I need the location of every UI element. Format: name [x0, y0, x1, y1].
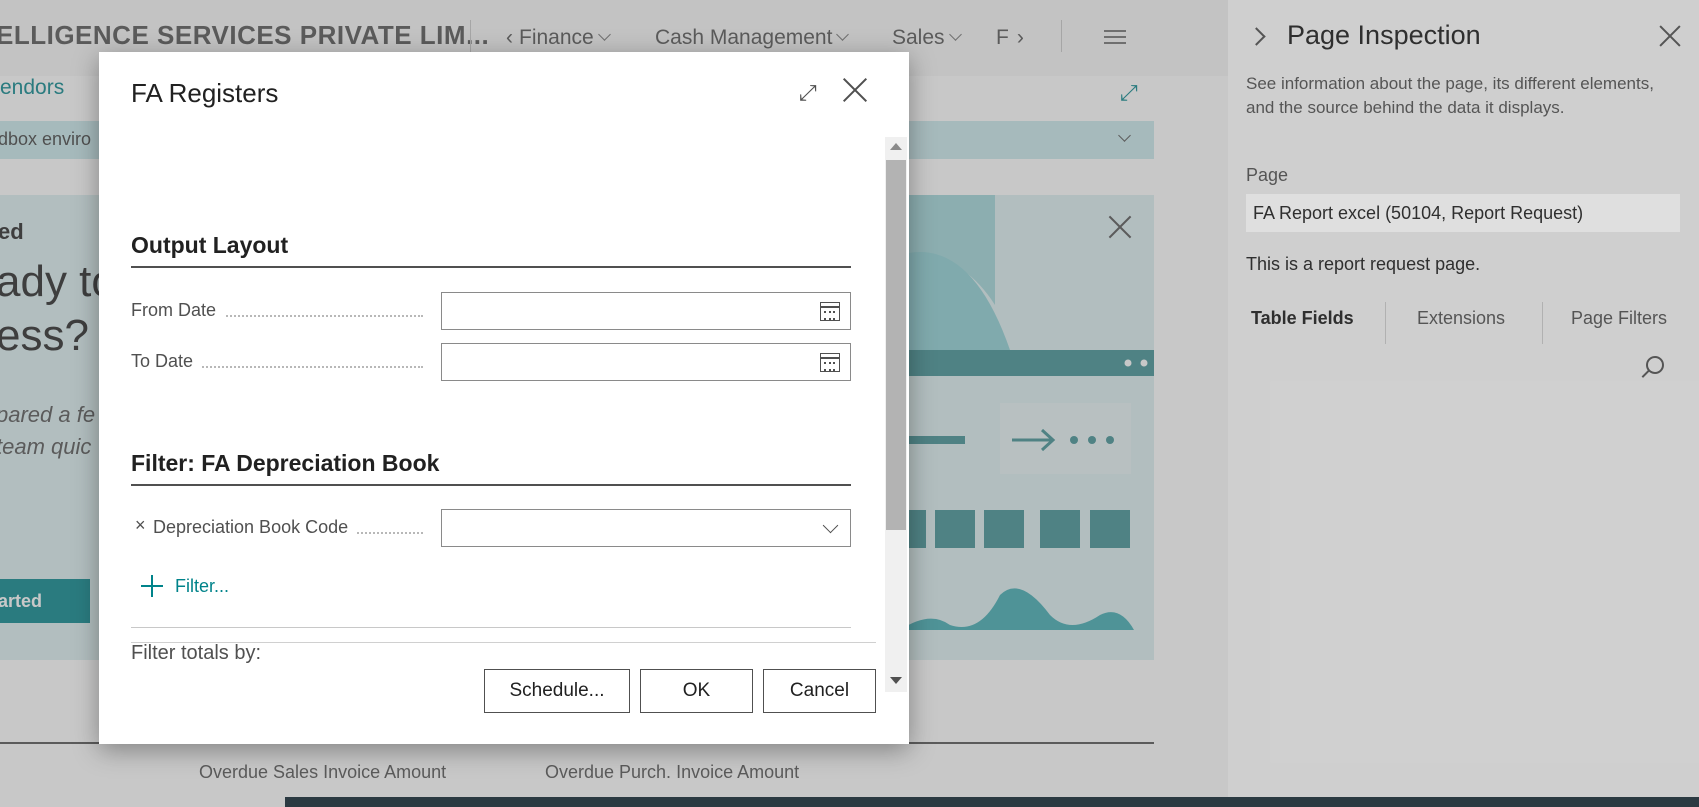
to-date-input[interactable]	[441, 343, 851, 381]
ok-button[interactable]: OK	[640, 669, 753, 713]
dialog-scrollbar[interactable]	[885, 137, 907, 692]
tab-page-filters[interactable]: Page Filters	[1571, 308, 1667, 329]
section-title-filter[interactable]: Filter: FA Depreciation Book	[131, 450, 439, 477]
close-icon[interactable]	[1659, 25, 1681, 47]
filter-totals-label: Filter totals by:	[131, 642, 262, 664]
calendar-icon[interactable]	[820, 353, 840, 372]
close-icon[interactable]	[842, 77, 868, 103]
section-divider	[131, 266, 851, 268]
fa-registers-dialog: FA Registers ⤢ Output Layout From Date T…	[99, 52, 909, 744]
dialog-title: FA Registers	[131, 78, 279, 108]
tab-extensions[interactable]: Extensions	[1417, 308, 1505, 329]
from-date-input[interactable]	[441, 292, 851, 330]
panel-description: See information about the page, its diff…	[1246, 74, 1654, 117]
depreciation-book-code-select[interactable]	[441, 509, 851, 547]
scroll-thumb[interactable]	[886, 160, 906, 530]
page-inspection-panel: Page Inspection See information about th…	[1228, 0, 1699, 807]
schedule-button[interactable]: Schedule...	[484, 669, 630, 713]
scroll-up-icon[interactable]	[890, 143, 902, 150]
remove-filter-icon[interactable]: ×	[135, 515, 146, 536]
expand-icon[interactable]: ⤢	[799, 80, 817, 106]
scroll-down-icon[interactable]	[890, 677, 902, 684]
dialog-body: Output Layout From Date To Date Filter: …	[99, 137, 885, 692]
search-icon[interactable]	[1646, 356, 1664, 374]
tab-divider	[1385, 302, 1386, 344]
cancel-button[interactable]: Cancel	[763, 669, 876, 713]
add-filter-label: Filter...	[175, 575, 230, 596]
footer-divider	[131, 642, 876, 643]
depreciation-book-code-label: Depreciation Book Code	[153, 517, 423, 543]
section-divider	[131, 484, 851, 486]
section-title-output-layout[interactable]: Output Layout	[131, 232, 288, 259]
chevron-down-icon[interactable]	[822, 517, 839, 534]
calendar-icon[interactable]	[820, 302, 840, 321]
to-date-label: To Date	[131, 351, 423, 377]
from-date-label: From Date	[131, 300, 423, 326]
divider	[131, 627, 851, 628]
taskbar	[285, 797, 1699, 807]
tab-table-fields[interactable]: Table Fields	[1251, 308, 1354, 329]
chevron-right-icon[interactable]	[1247, 27, 1266, 46]
page-value: FA Report excel (50104, Report Request)	[1246, 194, 1680, 232]
panel-title: Page Inspection	[1287, 20, 1481, 50]
page-label: Page	[1246, 165, 1289, 185]
page-note: This is a report request page.	[1246, 254, 1481, 274]
plus-icon	[141, 575, 163, 597]
add-filter-link[interactable]: Filter...	[141, 575, 229, 597]
tab-divider	[1542, 302, 1543, 344]
